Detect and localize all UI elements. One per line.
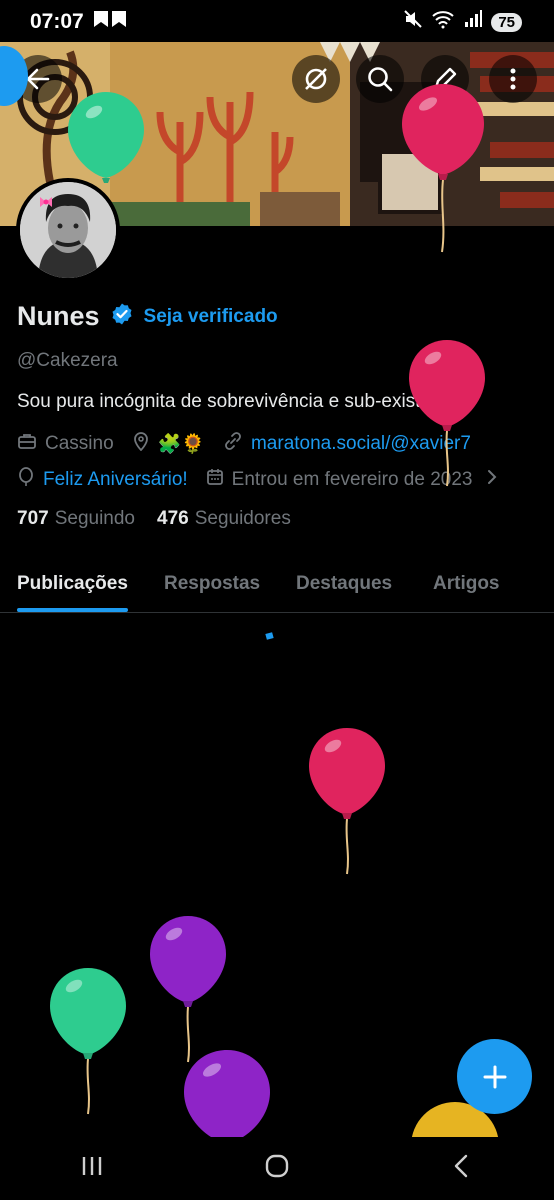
status-bar: 07:07 75 [0,0,554,44]
signal-icon [463,9,483,35]
following-label: Seguindo [54,508,135,529]
tab-label: Destaques [296,573,393,594]
followers-label: Seguidores [194,508,291,529]
following-count: 707 [17,508,49,529]
profile-bio: Sou pura incógnita de sobrevivência e su… [17,391,466,412]
more-options-button[interactable] [489,55,537,103]
search-icon [368,67,393,92]
balloon-green-icon-2 [46,964,130,1124]
link-icon [223,431,243,457]
profile-meta-row: Cassino 🧩🌻 maratona.social/@xavier7 [17,431,471,457]
search-button[interactable] [356,55,404,103]
tab-label: Respostas [164,573,261,594]
grok-button[interactable] [292,55,340,103]
balloon-red-icon [398,80,488,260]
balloon-red-icon-2 [405,336,489,496]
tab-publicacoes[interactable]: Publicações [17,556,128,612]
get-verified-link[interactable]: Seja verificado [144,306,278,328]
grok-icon [305,68,327,90]
calendar-icon [206,468,224,492]
profile-category: Cassino [45,433,114,454]
more-vertical-icon [510,68,516,90]
location-pin-icon [132,431,150,457]
followers-stat[interactable]: 476 Seguidores [157,508,291,530]
wifi-icon [431,9,455,35]
follow-counts: 707 Seguindo 476 Seguidores [17,508,291,530]
profile-location: 🧩🌻 [157,434,205,455]
tab-destaques[interactable]: Destaques [296,556,392,612]
briefcase-icon [17,431,37,457]
profile-tabs: Publicações Respostas Destaques Artigos [0,556,554,613]
recent-apps-icon [83,1157,102,1175]
verified-badge-icon [110,302,134,331]
home-button[interactable] [264,1153,290,1184]
plus-icon [483,1065,506,1088]
balloon-blue-icon [0,40,30,125]
compose-button[interactable] [457,1039,532,1114]
profile-name: Nunes [17,301,100,331]
followers-count: 476 [157,508,189,529]
profile-handle: @Cakezera [17,350,118,371]
mute-icon [403,9,423,35]
tab-artigos[interactable]: Artigos [433,556,500,612]
system-back-button[interactable] [449,1153,475,1184]
balloon-icon [17,467,35,493]
active-tab-indicator [17,608,128,612]
balloon-red-icon-3 [305,724,389,884]
tab-respostas[interactable]: Respostas [164,556,260,612]
tab-label: Artigos [433,573,500,594]
system-navigation-bar [0,1137,554,1200]
birthday-link[interactable]: Feliz Aniversário! [43,469,188,491]
recent-apps-button[interactable] [79,1153,105,1184]
tab-label: Publicações [17,573,128,594]
home-icon [265,1154,289,1178]
bookmark-notification-icon [92,9,128,35]
chevron-left-icon [454,1154,467,1178]
status-time: 07:07 [30,10,84,33]
battery-indicator: 75 [491,12,522,32]
following-stat[interactable]: 707 Seguindo [17,508,135,530]
balloon-green-icon [64,88,148,203]
balloon-purple-icon-2 [180,1046,274,1151]
loading-spinner [265,632,274,640]
profile-name-row: Nunes Seja verificado [17,301,278,332]
